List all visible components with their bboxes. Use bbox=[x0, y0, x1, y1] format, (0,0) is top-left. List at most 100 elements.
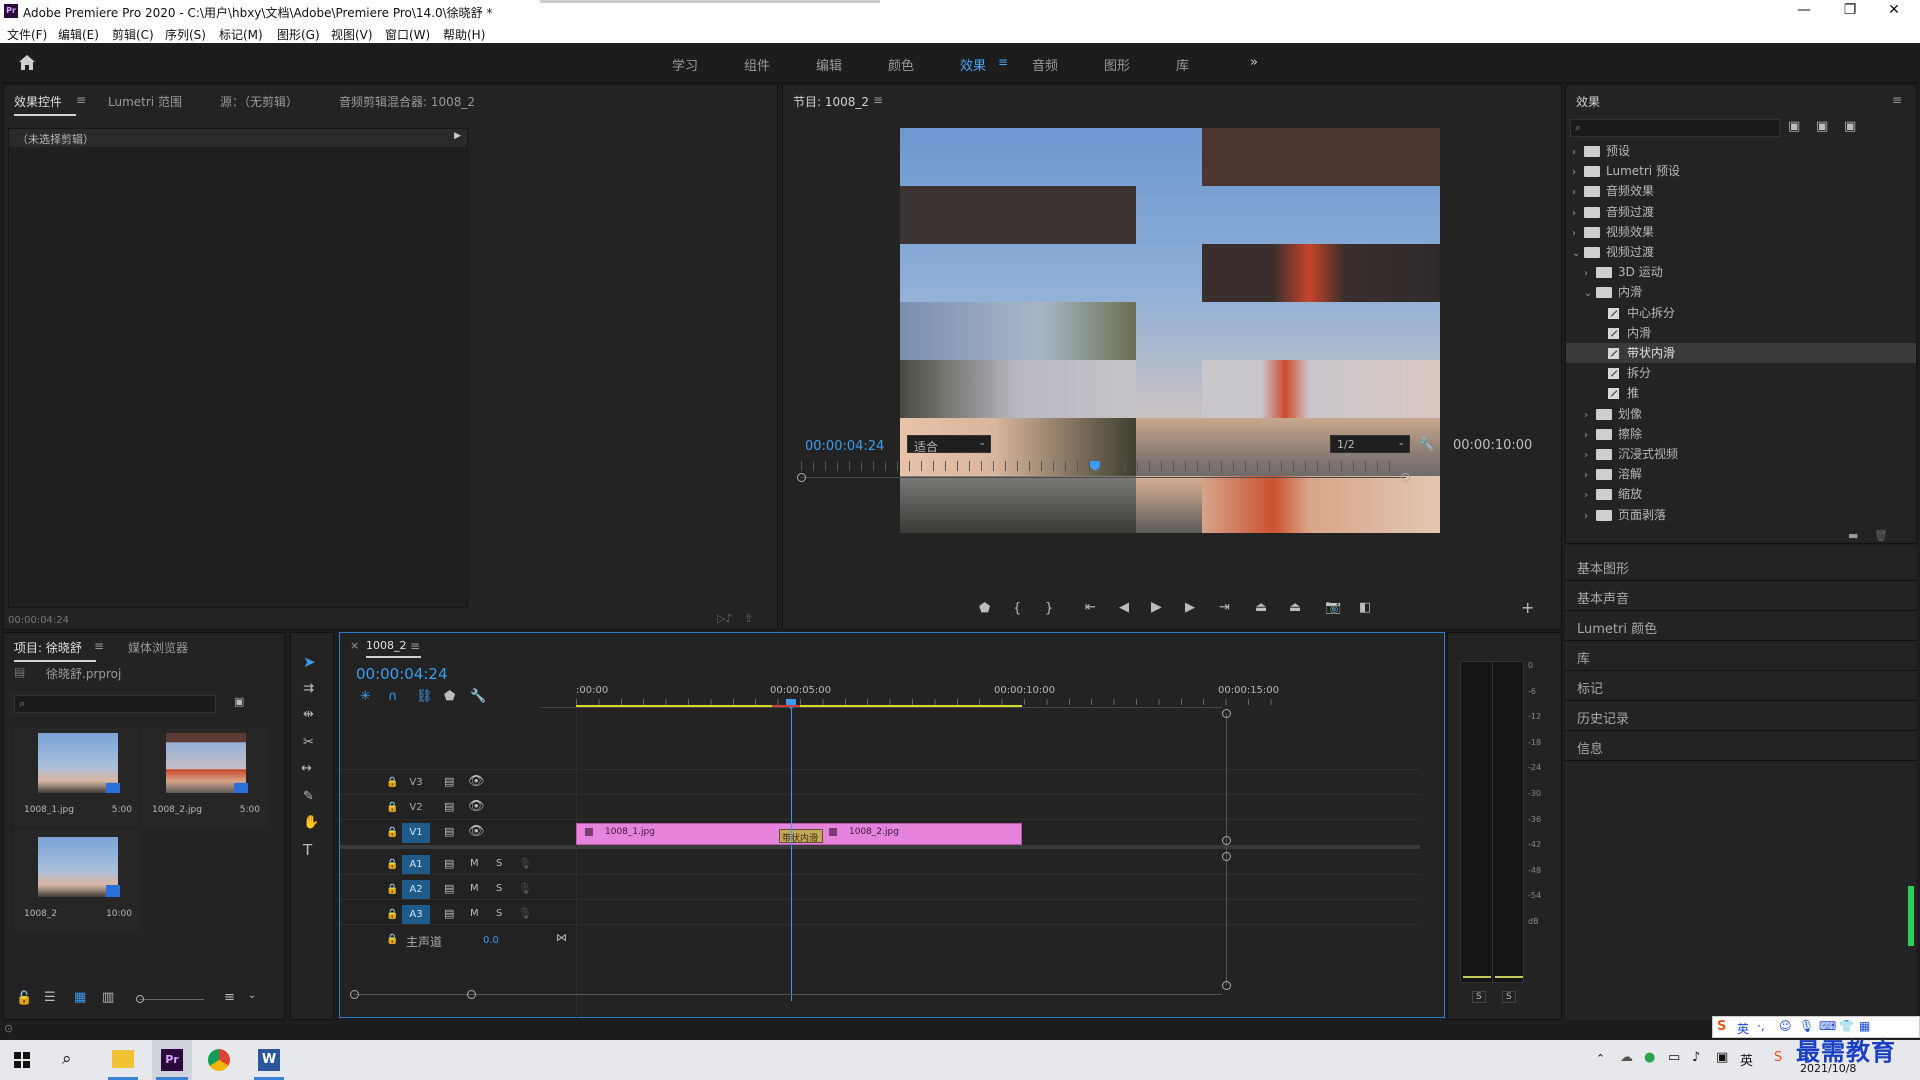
chevron-right-icon[interactable]: › bbox=[1584, 406, 1596, 426]
lock-icon[interactable]: 🔒 bbox=[386, 934, 398, 945]
step-back-icon[interactable]: ◀︎ bbox=[1119, 600, 1129, 615]
chevron-down-icon[interactable]: ⌄ bbox=[248, 990, 256, 1001]
taskbar-active-app[interactable]: Pr bbox=[152, 1040, 192, 1080]
ime-mode[interactable]: 英 bbox=[1737, 1020, 1749, 1037]
workspace-libraries[interactable]: 库 bbox=[1176, 55, 1189, 74]
mic-icon[interactable]: 🎙 bbox=[518, 882, 532, 895]
home-icon[interactable] bbox=[18, 54, 36, 71]
workspace-audio[interactable]: 音频 bbox=[1032, 55, 1058, 74]
ime-skin-icon[interactable]: 👕 bbox=[1839, 1019, 1854, 1033]
effects-folder[interactable]: ⌄ 内滑 bbox=[1566, 282, 1916, 302]
zoom-slider-handle[interactable] bbox=[136, 995, 144, 1003]
tray-display-icon[interactable]: ▣ bbox=[1716, 1050, 1728, 1065]
menu-window[interactable]: 窗口(W) bbox=[385, 26, 430, 43]
icon-view-icon[interactable]: ▦ bbox=[74, 990, 86, 1005]
chevron-down-icon[interactable]: ⌄ bbox=[1572, 244, 1584, 264]
menu-sequence[interactable]: 序列(S) bbox=[165, 26, 206, 43]
v-scroll-handle[interactable] bbox=[1222, 981, 1231, 990]
menu-marker[interactable]: 标记(M) bbox=[219, 26, 263, 43]
close-tab-icon[interactable]: × bbox=[350, 639, 359, 652]
lock-icon[interactable]: 🔒 bbox=[386, 909, 398, 920]
effects-folder[interactable]: › Lumetri 预设 bbox=[1566, 161, 1916, 181]
fit-dropdown[interactable]: 适合 ⌄ bbox=[907, 435, 991, 454]
effects-folder[interactable]: › 缩放 bbox=[1566, 484, 1916, 504]
mic-icon[interactable]: 🎙 bbox=[518, 907, 532, 920]
slip-tool-icon[interactable]: ↔ bbox=[301, 761, 312, 776]
pen-tool-icon[interactable]: ✎ bbox=[303, 789, 314, 804]
master-volume[interactable]: 0.0 bbox=[483, 935, 499, 946]
workspace-assembly[interactable]: 组件 bbox=[744, 55, 770, 74]
effects-folder[interactable]: › 视频效果 bbox=[1566, 222, 1916, 242]
chevron-right-icon[interactable]: › bbox=[1572, 143, 1584, 163]
extract-icon[interactable]: ⏏ bbox=[1289, 600, 1301, 615]
eye-icon[interactable]: 👁 bbox=[468, 824, 485, 839]
sogou-logo-icon[interactable]: S bbox=[1717, 1019, 1726, 1034]
effects-folder[interactable]: › 页面剥落 bbox=[1566, 505, 1916, 525]
track-label-a3[interactable]: A3 bbox=[402, 905, 430, 925]
workspace-effects[interactable]: 效果 bbox=[960, 55, 986, 74]
nest-icon[interactable]: ✳ bbox=[360, 689, 371, 704]
effect-item[interactable]: 带状内滑 bbox=[1566, 343, 1916, 363]
ripple-edit-tool-icon[interactable]: ⇹ bbox=[303, 707, 314, 722]
add-marker-icon[interactable]: ⬟ bbox=[444, 689, 455, 704]
delete-icon[interactable]: 🗑 bbox=[1874, 529, 1888, 542]
step-forward-icon[interactable]: ▶︎ bbox=[1185, 600, 1195, 615]
meter-solo-right[interactable]: S bbox=[1502, 991, 1516, 1003]
new-bin-icon[interactable]: ▣ bbox=[234, 695, 244, 708]
search-icon[interactable]: ⌕ bbox=[62, 1049, 72, 1069]
add-button-icon[interactable]: + bbox=[1521, 598, 1534, 617]
v-scroll-handle[interactable] bbox=[1222, 709, 1231, 718]
chevron-right-icon[interactable]: › bbox=[1584, 486, 1596, 506]
compare-icon[interactable]: ◧ bbox=[1359, 600, 1371, 615]
list-view-icon[interactable]: ☰ bbox=[44, 990, 56, 1005]
chevron-down-icon[interactable]: ⌄ bbox=[1584, 284, 1596, 304]
effect-item[interactable]: 内滑 bbox=[1566, 323, 1916, 343]
word-icon[interactable]: W bbox=[258, 1049, 280, 1071]
sync-lock-icon[interactable]: ▤ bbox=[444, 775, 454, 788]
chevron-right-icon[interactable]: › bbox=[1572, 183, 1584, 203]
chevron-right-icon[interactable]: › bbox=[1584, 507, 1596, 527]
selection-tool-icon[interactable]: ➤ bbox=[303, 653, 316, 671]
panel-lumetri-color[interactable]: Lumetri 颜色 bbox=[1577, 618, 1657, 637]
hand-tool-icon[interactable]: ✋ bbox=[303, 815, 319, 830]
resolution-dropdown[interactable]: 1/2 ⌄ bbox=[1330, 435, 1410, 453]
ime-icon[interactable]: 英 bbox=[1740, 1050, 1753, 1069]
ime-punct-icon[interactable]: ·, bbox=[1757, 1019, 1765, 1033]
ime-emoji-icon[interactable]: ☺ bbox=[1779, 1019, 1792, 1033]
scroll-handle-left[interactable] bbox=[797, 473, 806, 482]
effect-item[interactable]: 拆分 bbox=[1566, 363, 1916, 383]
effects-menu-icon[interactable]: ≡ bbox=[1892, 93, 1902, 107]
tab-menu-icon[interactable]: ≡ bbox=[76, 93, 86, 107]
mute-button[interactable]: M bbox=[470, 908, 479, 919]
effect-item[interactable]: 推 bbox=[1566, 383, 1916, 403]
lift-icon[interactable]: ⏏ bbox=[1255, 600, 1267, 615]
solo-button[interactable]: S bbox=[496, 858, 502, 869]
effects-folder[interactable]: › 音频过渡 bbox=[1566, 202, 1916, 222]
go-to-out-icon[interactable]: ⇥ bbox=[1219, 600, 1230, 615]
panel-history[interactable]: 历史记录 bbox=[1577, 708, 1629, 727]
lock-icon[interactable]: 🔒 bbox=[386, 859, 398, 870]
effects-folder[interactable]: › 溶解 bbox=[1566, 464, 1916, 484]
timeline-h-scrollbar[interactable] bbox=[354, 994, 1222, 995]
timeline-timecode[interactable]: 00:00:04:24 bbox=[356, 665, 448, 683]
program-scrollbar[interactable] bbox=[801, 477, 1406, 478]
lock-icon[interactable]: 🔒 bbox=[386, 777, 398, 788]
menu-file[interactable]: 文件(F) bbox=[7, 26, 47, 43]
volume-icon[interactable]: ♪ bbox=[1692, 1050, 1700, 1065]
effects-folder[interactable]: › 擦除 bbox=[1566, 424, 1916, 444]
project-search-input[interactable]: ⌕ bbox=[14, 695, 216, 713]
effects-folder[interactable]: › 3D 运动 bbox=[1566, 262, 1916, 282]
close-button[interactable]: ✕ bbox=[1884, 2, 1904, 18]
mute-button[interactable]: M bbox=[470, 858, 479, 869]
menu-view[interactable]: 视图(V) bbox=[331, 26, 373, 43]
camera-icon[interactable]: 📷 bbox=[1325, 600, 1341, 615]
effects-folder[interactable]: ⌄ 视频过渡 bbox=[1566, 242, 1916, 262]
zoom-slider[interactable] bbox=[140, 999, 204, 1000]
effects-folder[interactable]: › 音频效果 bbox=[1566, 181, 1916, 201]
expand-arrow-icon[interactable]: ▶ bbox=[454, 131, 461, 141]
ime-keyboard-icon[interactable]: ⌨ bbox=[1819, 1019, 1836, 1033]
bowtie-icon[interactable]: ⋈ bbox=[556, 931, 567, 944]
menu-graphics[interactable]: 图形(G) bbox=[277, 26, 320, 43]
chevron-right-icon[interactable]: › bbox=[1584, 264, 1596, 284]
chevron-right-icon[interactable]: › bbox=[1572, 224, 1584, 244]
